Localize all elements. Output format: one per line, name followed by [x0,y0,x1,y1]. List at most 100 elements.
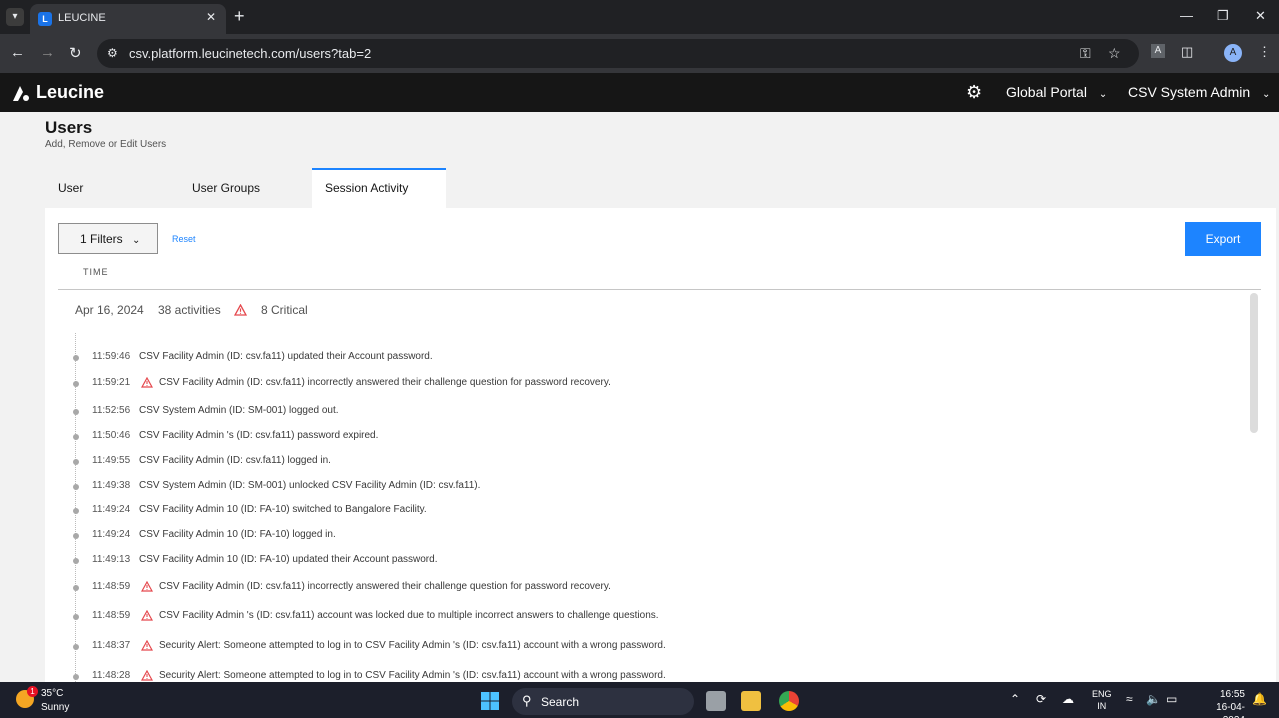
battery-icon[interactable]: ▭ [1166,692,1177,706]
user-dropdown[interactable]: CSV System Admin ⌄ [1128,84,1270,100]
weather-badge: 1 [27,686,38,697]
timeline-dot [73,508,79,514]
brand-name[interactable]: Leucine [36,82,104,103]
volume-icon[interactable]: 🔈 [1146,692,1161,706]
browser-tab-title: LEUCINE [58,12,106,24]
search-icon: ⚲ [522,693,532,708]
activity-time: 11:48:59 [92,610,131,621]
minimize-window-icon[interactable]: — [1180,8,1193,23]
activity-row: 11:49:55 CSV Facility Admin (ID: csv.fa11… [73,455,1226,471]
reload-icon[interactable]: ↻ [69,44,82,62]
critical-warning-icon [141,640,153,651]
activity-time: 11:49:38 [92,480,131,491]
language-code: ENG [1092,689,1112,699]
system-clock[interactable]: 16:55 16-04-2024 [1205,688,1245,718]
timeline-dot [73,533,79,539]
activity-description: CSV Facility Admin (ID: csv.fa11) update… [139,351,433,362]
bookmark-star-icon[interactable]: ☆ [1108,45,1121,62]
password-key-icon[interactable]: ⚿ [1080,45,1091,62]
activity-row: 11:48:37 Security Alert: Someone attempte… [73,640,1226,656]
wifi-icon[interactable]: ≈ [1126,692,1133,706]
activity-description: CSV System Admin (ID: SM-001) logged out… [139,405,339,416]
sync-icon[interactable]: ⟳ [1036,692,1046,706]
reset-filters-link[interactable]: Reset [172,234,196,244]
time-column-header: TIME [83,267,109,277]
notification-bell-icon[interactable]: 🔔 [1252,692,1267,706]
windows-taskbar: 1 35°C Sunny ⚲ Search ⌃ ⟳ ☁ ENG IN ≈ 🔈 ▭… [0,682,1279,718]
leucine-logo-icon [13,86,29,101]
chrome-icon[interactable] [779,691,799,711]
clock-time: 16:55 [1219,689,1245,700]
leucine-favicon-icon: L [38,12,52,26]
timeline-dot [73,585,79,591]
language-indicator[interactable]: ENG IN [1092,688,1112,712]
restore-window-icon[interactable]: ❐ [1217,8,1229,24]
show-hidden-icons-icon[interactable]: ⌃ [1010,692,1020,706]
activity-time: 11:49:24 [92,504,131,515]
activity-row: 11:48:59 CSV Facility Admin 's (ID: csv.f… [73,610,1226,626]
timeline-dot [73,614,79,620]
timeline-dot [73,674,79,680]
timeline-dot [73,484,79,490]
address-bar[interactable]: ⚙ csv.platform.leucinetech.com/users?tab… [97,39,1139,68]
activity-time: 11:48:37 [92,640,131,651]
tab-user[interactable]: User [45,168,179,208]
activity-row: 11:59:21 CSV Facility Admin (ID: csv.fa11… [73,377,1226,393]
taskbar-search-box[interactable]: ⚲ Search [512,688,694,715]
export-button[interactable]: Export [1185,222,1261,256]
profile-avatar[interactable]: A [1224,44,1242,62]
file-explorer-icon[interactable] [741,691,761,711]
activity-description: CSV Facility Admin 's (ID: csv.fa11) acc… [159,610,659,621]
settings-gear-icon[interactable]: ⚙ [966,82,982,103]
portal-dropdown[interactable]: Global Portal ⌄ [1006,84,1107,100]
page-subtitle: Add, Remove or Edit Users [45,139,167,150]
back-icon[interactable]: ← [10,44,25,61]
day-date: Apr 16, 2024 [75,303,144,317]
activity-time: 11:48:28 [92,670,131,681]
timeline-dot [73,434,79,440]
language-region: IN [1097,701,1107,711]
onedrive-cloud-icon[interactable]: ☁ [1062,692,1074,706]
activity-description: CSV Facility Admin 10 (ID: FA-10) update… [139,554,438,565]
activity-time: 11:59:46 [92,351,131,362]
filters-dropdown-button[interactable]: 1 Filters ⌄ [58,223,158,254]
weather-condition[interactable]: Sunny [41,702,69,713]
session-activity-panel: 1 Filters ⌄ Reset Export TIME Apr 16, 20… [45,208,1276,682]
windows-start-icon[interactable] [480,691,500,711]
day-activity-count: 38 activities [158,303,221,317]
close-window-icon[interactable]: ✕ [1255,8,1266,24]
activity-row: 11:50:46 CSV Facility Admin 's (ID: csv.f… [73,430,1226,446]
new-tab-icon[interactable]: + [234,6,245,27]
critical-warning-icon [141,610,153,621]
chevron-down-icon: ⌄ [132,235,141,246]
tab-user-groups[interactable]: User Groups [179,168,312,208]
browser-menu-icon[interactable]: ⋮ [1258,44,1271,60]
activity-timeline: 11:59:46 CSV Facility Admin (ID: csv.fa11… [73,333,1235,682]
page-title: Users [45,118,93,137]
day-critical-count: 8 Critical [261,303,308,317]
activity-description: CSV Facility Admin 's (ID: csv.fa11) pas… [139,430,379,441]
portal-dropdown-label: Global Portal [1006,84,1087,100]
activity-description: CSV Facility Admin 10 (ID: FA-10) logged… [139,529,336,540]
activity-description: CSV Facility Admin (ID: csv.fa11) logged… [139,455,331,466]
clock-date: 16-04-2024 [1216,702,1245,718]
activity-row: 11:49:13 CSV Facility Admin 10 (ID: FA-10… [73,554,1226,570]
tab-search-icon[interactable]: ▾ [6,8,24,26]
extension-a-icon[interactable]: A [1151,44,1165,58]
browser-tab[interactable]: L LEUCINE ✕ [30,4,226,34]
weather-temperature[interactable]: 35°C [41,688,63,699]
activity-time: 11:49:24 [92,529,131,540]
scrollbar-thumb[interactable] [1250,293,1258,433]
header-divider [58,289,1261,290]
tab-session-activity[interactable]: Session Activity [312,168,446,208]
activity-time: 11:49:55 [92,455,131,466]
close-tab-icon[interactable]: ✕ [206,10,216,24]
activity-description: CSV Facility Admin (ID: csv.fa11) incorr… [159,581,611,592]
activity-time: 11:50:46 [92,430,131,441]
site-info-icon[interactable]: ⚙ [107,46,118,60]
task-view-icon[interactable] [706,691,726,711]
filters-label: 1 Filters [80,232,123,246]
timeline-dot [73,355,79,361]
forward-icon[interactable]: → [40,44,55,61]
extensions-puzzle-icon[interactable]: ◫ [1181,44,1193,60]
